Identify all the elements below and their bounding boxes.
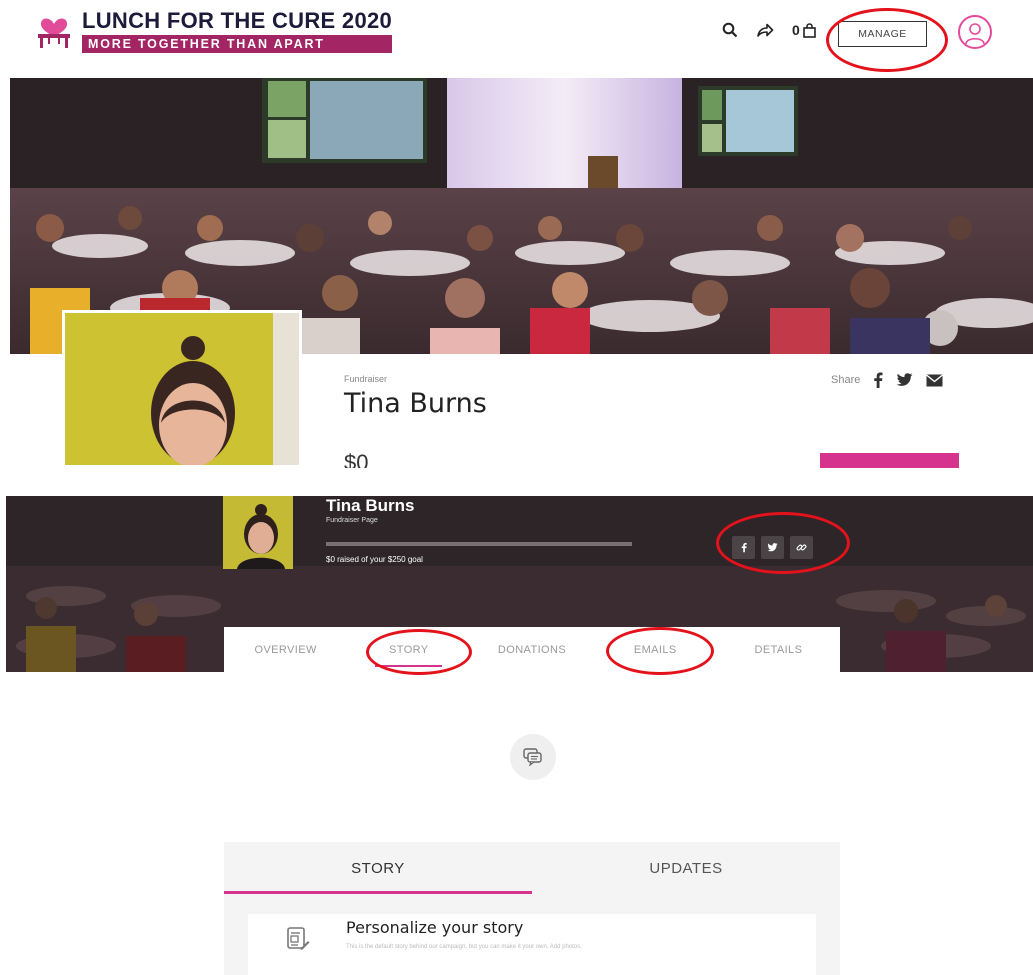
fundraiser-label: Fundraiser bbox=[344, 374, 388, 384]
tab-overview[interactable]: OVERVIEW bbox=[224, 627, 347, 673]
subtab-updates[interactable]: UPDATES bbox=[532, 842, 840, 894]
facebook-icon bbox=[741, 543, 747, 553]
tab-story[interactable]: STORY bbox=[347, 627, 470, 673]
user-avatar[interactable] bbox=[958, 15, 992, 49]
link-icon bbox=[796, 544, 807, 551]
logo-tagline: MORE TOGETHER THAN APART bbox=[82, 35, 393, 53]
goal-progress-bar bbox=[326, 542, 632, 546]
story-card-description: This is the default story behind our cam… bbox=[346, 944, 582, 950]
edit-document-icon bbox=[287, 927, 310, 950]
top-navigation-bar: LUNCH FOR THE CURE 2020 MORE TOGETHER TH… bbox=[0, 0, 1033, 78]
cart-button[interactable]: 0 bbox=[792, 22, 816, 38]
email-envelope-icon[interactable] bbox=[926, 373, 944, 387]
raised-of-goal-text: $0 raised of your $250 goal bbox=[326, 555, 423, 564]
facebook-icon[interactable] bbox=[873, 372, 883, 388]
heart-chair-logo-icon bbox=[38, 18, 70, 48]
fundraiser-name: Tina Burns bbox=[344, 388, 487, 419]
story-card-title: Personalize your story bbox=[346, 918, 524, 937]
story-section-icon bbox=[510, 734, 556, 780]
banner-copy-link-button[interactable] bbox=[790, 536, 813, 559]
chat-bubbles-icon bbox=[523, 748, 542, 766]
story-content-area: Personalize your story This is the defau… bbox=[224, 894, 840, 975]
share-arrow-icon[interactable] bbox=[756, 22, 774, 38]
site-logo[interactable]: LUNCH FOR THE CURE 2020 MORE TOGETHER TH… bbox=[34, 8, 393, 53]
fundraiser-thumbnail-photo bbox=[223, 496, 293, 569]
banner-facebook-button[interactable] bbox=[732, 536, 755, 559]
cart-count: 0 bbox=[792, 22, 800, 38]
fundraiser-profile-photo bbox=[62, 310, 302, 468]
tab-details[interactable]: DETAILS bbox=[717, 627, 840, 673]
banner-fundraiser-name: Tina Burns bbox=[326, 496, 415, 515]
logo-title: LUNCH FOR THE CURE 2020 bbox=[82, 8, 393, 33]
amount-raised: $0 bbox=[344, 450, 369, 468]
twitter-icon bbox=[767, 543, 778, 552]
tab-donations[interactable]: DONATIONS bbox=[470, 627, 593, 673]
donate-button[interactable] bbox=[820, 453, 959, 468]
fundraiser-tab-bar: OVERVIEW STORY DONATIONS EMAILS DETAILS bbox=[224, 627, 840, 673]
campaign-page-bottom: Tina Burns Fundraiser Page $0 raised of … bbox=[0, 496, 1033, 975]
twitter-icon[interactable] bbox=[896, 373, 913, 387]
subtab-story[interactable]: STORY bbox=[224, 842, 532, 894]
profile-portrait bbox=[65, 313, 299, 465]
banner-page-subtitle: Fundraiser Page bbox=[326, 517, 378, 524]
share-label: Share bbox=[831, 374, 861, 386]
search-icon[interactable] bbox=[722, 22, 738, 38]
personalize-story-card[interactable]: Personalize your story This is the defau… bbox=[248, 914, 816, 975]
manage-button[interactable]: MANAGE bbox=[838, 21, 927, 47]
shopping-bag-icon bbox=[802, 22, 816, 38]
share-row: Share bbox=[831, 372, 944, 388]
campaign-page-top: LUNCH FOR THE CURE 2020 MORE TOGETHER TH… bbox=[0, 0, 1033, 468]
user-silhouette-icon bbox=[965, 23, 985, 45]
tab-emails[interactable]: EMAILS bbox=[594, 627, 717, 673]
banner-twitter-button[interactable] bbox=[761, 536, 784, 559]
story-updates-tab-bar: STORY UPDATES bbox=[224, 842, 840, 894]
banner-share-buttons bbox=[732, 536, 813, 559]
thumbnail-portrait bbox=[223, 496, 293, 569]
